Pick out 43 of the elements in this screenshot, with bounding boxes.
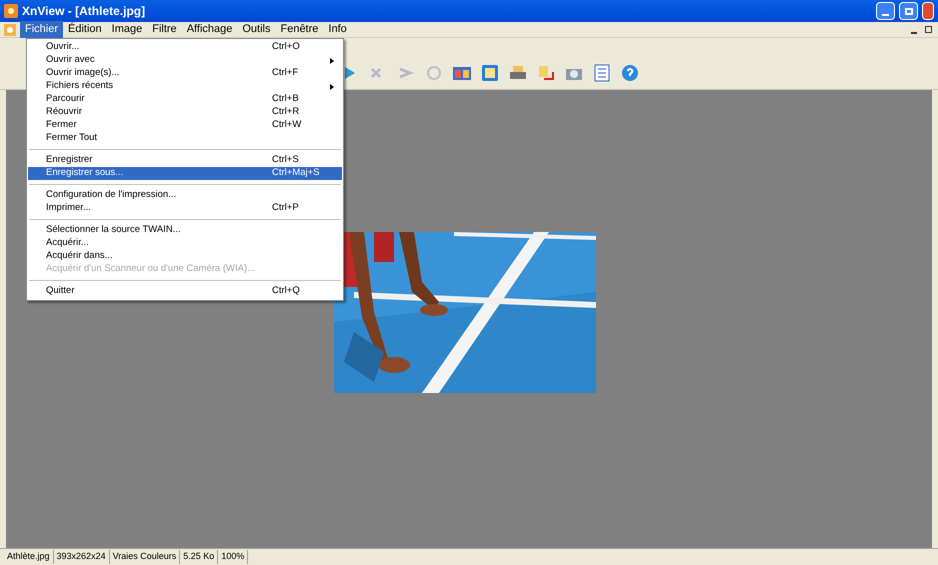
- status-text: 393x262x24: [54, 550, 110, 564]
- document-icon: [4, 24, 16, 36]
- menu-option[interactable]: Quitter Ctrl+Q: [28, 285, 342, 298]
- menu-item[interactable]: Édition: [63, 21, 107, 38]
- menu-item[interactable]: Filtre: [147, 21, 182, 38]
- menu-option[interactable]: Sélectionner la source TWAIN...: [28, 224, 342, 237]
- submenu-arrow-icon: [330, 84, 334, 90]
- menu-option[interactable]: Ouvrir image(s)... Ctrl+F: [28, 67, 342, 80]
- help-icon[interactable]: [620, 63, 640, 83]
- status-text: 5.25 Ko: [180, 550, 218, 564]
- menu-option[interactable]: Parcourir Ctrl+B: [28, 93, 342, 106]
- menu-item[interactable]: Outils: [237, 21, 276, 38]
- minimize-icon[interactable]: [911, 32, 917, 34]
- status-text: 100%: [218, 550, 248, 564]
- menu-option[interactable]: Enregistrer Ctrl+S: [28, 154, 342, 167]
- menu-item[interactable]: Image: [106, 21, 148, 38]
- page-icon[interactable]: [480, 63, 500, 83]
- menu-option[interactable]: Enregistrer sous... Ctrl+Maj+S: [28, 167, 342, 180]
- app-icon: [4, 4, 18, 18]
- menu-option[interactable]: Ouvrir avec: [28, 54, 342, 67]
- menu-item[interactable]: Fenêtre: [275, 21, 324, 38]
- menu-option[interactable]: Réouvrir Ctrl+R: [28, 106, 342, 119]
- status-text: Athlète.jpg: [4, 550, 54, 564]
- menu-option[interactable]: Fermer Ctrl+W: [28, 119, 342, 132]
- menu-option[interactable]: Fermer Tout: [28, 132, 342, 145]
- menu-item[interactable]: Info: [323, 21, 352, 38]
- status-text: Vraies Couleurs: [110, 550, 180, 564]
- menu-option[interactable]: Configuration de l'impression...: [28, 189, 342, 202]
- restore-icon[interactable]: [925, 26, 932, 33]
- list-icon[interactable]: [592, 63, 612, 83]
- menu-option[interactable]: Fichiers récents: [28, 80, 342, 93]
- menu-item[interactable]: Fichier: [20, 21, 64, 38]
- restore-button[interactable]: [899, 2, 918, 20]
- menu-option[interactable]: Imprimer... Ctrl+P: [28, 202, 342, 215]
- close-button[interactable]: [922, 2, 934, 20]
- export-icon[interactable]: [536, 63, 556, 83]
- menu-option[interactable]: Acquérir dans...: [28, 250, 342, 263]
- submenu-arrow-icon: [330, 58, 334, 64]
- menu-item[interactable]: Affichage: [182, 21, 238, 38]
- window-title: XnView - [Athlete.jpg]: [22, 3, 146, 20]
- menu-option[interactable]: Ouvrir... Ctrl+O: [28, 41, 342, 54]
- minimize-button[interactable]: [876, 2, 895, 20]
- menu-option[interactable]: Acquérir...: [28, 237, 342, 250]
